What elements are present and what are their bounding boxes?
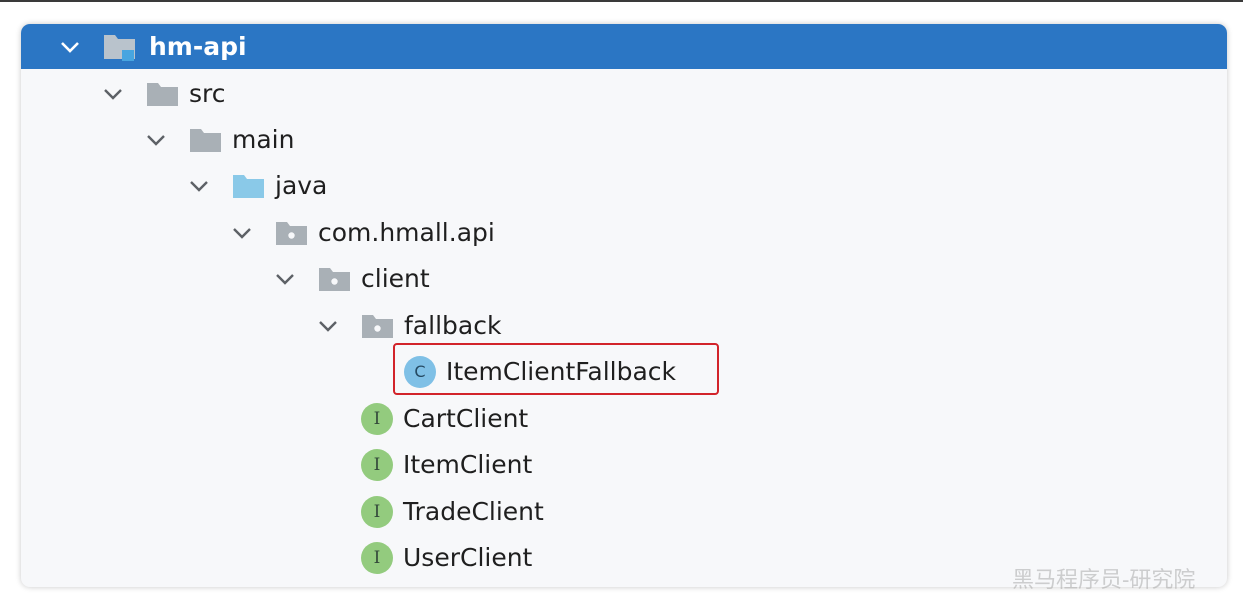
interface-icon: I [361, 541, 393, 574]
tree-node-label: TradeClient [403, 497, 544, 526]
tree-node-label: fallback [404, 311, 502, 340]
tree-node-cart-client[interactable]: I CartClient [21, 396, 1227, 441]
chevron-down-icon[interactable] [145, 129, 167, 151]
package-icon [275, 220, 308, 246]
chevron-down-icon[interactable] [317, 315, 339, 337]
tree-node-label: client [361, 264, 430, 293]
interface-badge: I [361, 448, 393, 481]
tree-node-src[interactable]: src [21, 71, 1227, 116]
highlight-box [393, 343, 719, 395]
tree-node-trade-client[interactable]: I TradeClient [21, 489, 1227, 534]
module-folder-icon [103, 32, 139, 62]
folder-icon [189, 127, 222, 153]
tree-node-label: com.hmall.api [318, 218, 495, 247]
folder-icon [146, 81, 179, 107]
chevron-down-icon[interactable] [59, 36, 81, 58]
tree-node-fallback[interactable]: fallback [21, 303, 1227, 348]
tree-node-label: main [232, 125, 295, 154]
chevron-down-icon[interactable] [231, 222, 253, 244]
chevron-down-icon[interactable] [188, 175, 210, 197]
tree-node-main[interactable]: main [21, 117, 1227, 162]
package-icon [361, 313, 394, 339]
tree-node-client[interactable]: client [21, 256, 1227, 301]
interface-badge: I [361, 541, 393, 574]
tree-node-com-hmall-api[interactable]: com.hmall.api [21, 210, 1227, 255]
tree-node-label: src [189, 79, 226, 108]
tree-node-label: ItemClient [403, 450, 533, 479]
top-border-line [0, 0, 1243, 2]
source-folder-icon [232, 173, 265, 199]
interface-icon: I [361, 448, 393, 481]
interface-badge: I [361, 495, 393, 528]
package-icon [318, 266, 351, 292]
tree-node-hm-api[interactable]: hm-api [21, 24, 1227, 69]
tree-node-java[interactable]: java [21, 163, 1227, 208]
interface-icon: I [361, 495, 393, 528]
tree-node-label: UserClient [403, 543, 533, 572]
interface-icon: I [361, 402, 393, 435]
tree-node-label: java [275, 171, 328, 200]
project-tree-panel: hm-api src main java com.hmall.api clien… [21, 24, 1227, 587]
chevron-down-icon[interactable] [102, 83, 124, 105]
chevron-down-icon[interactable] [274, 268, 296, 290]
interface-badge: I [361, 402, 393, 435]
tree-node-item-client[interactable]: I ItemClient [21, 442, 1227, 487]
watermark-text: 黑马程序员-研究院 [1012, 568, 1196, 593]
tree-node-label: hm-api [149, 32, 247, 61]
tree-node-label: CartClient [403, 404, 529, 433]
